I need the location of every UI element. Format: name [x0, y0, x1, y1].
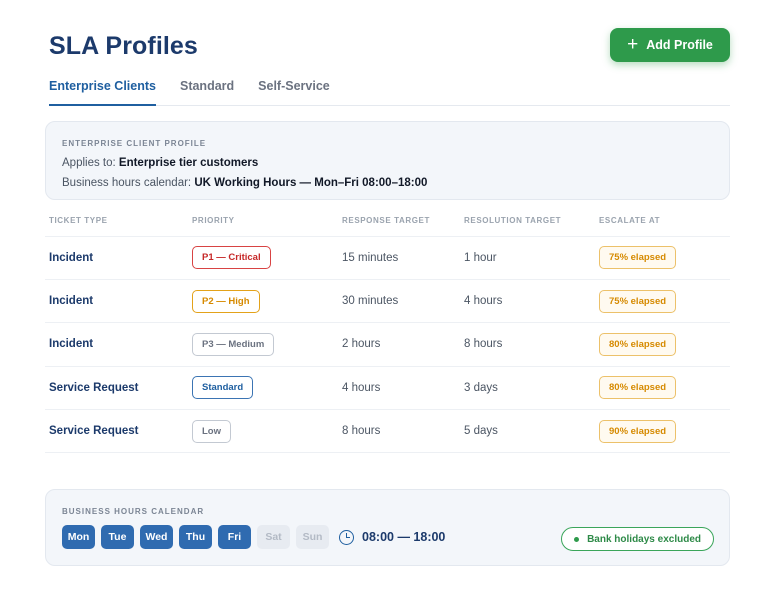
applies-to-label: Applies to: [62, 157, 116, 169]
resolution-cell: 1 hour [460, 236, 595, 280]
priority-cell: P3 — Medium [188, 322, 338, 367]
priority-cell: P2 — High [188, 279, 338, 324]
resolution-cell: 8 hours [460, 322, 595, 367]
escalate-cell: 75% elapsed [595, 236, 730, 280]
plus-icon: + [627, 33, 639, 55]
profile-tabs: Enterprise Clients Standard Self-Service [49, 79, 730, 106]
applies-to-value: Enterprise tier customers [118, 157, 259, 169]
table-header-row: TICKET TYPE PRIORITY RESPONSE TARGET RES… [45, 206, 730, 237]
escalate-badge: 90% elapsed [599, 419, 677, 443]
priority-cell: P1 — Critical [188, 236, 338, 280]
business-hours-range: 08:00 — 18:00 [362, 530, 446, 544]
resolution-cell: 4 hours [460, 279, 595, 324]
ticket-type-cell: Incident [45, 279, 188, 324]
header-ticket-type: TICKET TYPE [45, 206, 188, 237]
priority-badge: P2 — High [192, 289, 260, 313]
priority-badge: Low [192, 419, 231, 443]
add-profile-label: Add Profile [646, 38, 713, 52]
escalate-badge: 80% elapsed [599, 332, 677, 356]
escalate-cell: 80% elapsed [595, 366, 730, 411]
resolution-cell: 5 days [460, 409, 595, 454]
resolution-cell: 3 days [460, 366, 595, 411]
day-toggle-wed[interactable]: Wed [140, 525, 173, 549]
day-toggle-fri[interactable]: Fri [218, 525, 251, 549]
calendar-section-label: BUSINESS HOURS CALENDAR [62, 507, 205, 516]
profile-section-label: ENTERPRISE CLIENT PROFILE [62, 139, 207, 148]
priority-cell: Standard [188, 366, 338, 411]
header-escalate-at: ESCALATE AT [595, 206, 730, 237]
escalate-cell: 80% elapsed [595, 322, 730, 367]
tab-standard[interactable]: Standard [180, 79, 234, 105]
response-cell: 30 minutes [338, 279, 460, 324]
response-cell: 2 hours [338, 322, 460, 367]
day-toggle-mon[interactable]: Mon [62, 525, 95, 549]
status-dot-icon [574, 536, 580, 542]
page-header: SLA Profiles + Add Profile [49, 28, 730, 64]
tab-enterprise-clients[interactable]: Enterprise Clients [49, 79, 156, 106]
escalate-cell: 90% elapsed [595, 409, 730, 454]
ticket-type-cell: Service Request [45, 366, 188, 411]
sla-targets-table: TICKET TYPE PRIORITY RESPONSE TARGET RES… [45, 206, 730, 454]
table-row[interactable]: Service Request Low 8 hours 5 days 90% e… [45, 409, 730, 454]
table-row[interactable]: Incident P1 — Critical 15 minutes 1 hour… [45, 236, 730, 280]
applies-to-line: Applies to: Enterprise tier customers [62, 157, 713, 169]
header-response-target: RESPONSE TARGET [338, 206, 460, 237]
ticket-type-cell: Incident [45, 322, 188, 367]
escalate-cell: 75% elapsed [595, 279, 730, 324]
day-toggle-thu[interactable]: Thu [179, 525, 212, 549]
ticket-type-cell: Service Request [45, 409, 188, 454]
priority-cell: Low [188, 409, 338, 454]
response-cell: 8 hours [338, 409, 460, 454]
escalate-badge: 75% elapsed [599, 289, 677, 313]
escalate-badge: 80% elapsed [599, 376, 677, 400]
priority-badge: P1 — Critical [192, 246, 271, 270]
ticket-type-cell: Incident [45, 236, 188, 280]
calendar-label: Business hours calendar: [62, 177, 192, 189]
table-row[interactable]: Service Request Standard 4 hours 3 days … [45, 366, 730, 411]
business-hours-card: BUSINESS HOURS CALENDAR Mon Tue Wed Thu … [45, 489, 730, 566]
day-toggle-tue[interactable]: Tue [101, 525, 134, 549]
response-cell: 15 minutes [338, 236, 460, 280]
clock-icon [339, 529, 354, 545]
calendar-value: UK Working Hours — Mon–Fri 08:00–18:00 [194, 177, 428, 189]
header-resolution-target: RESOLUTION TARGET [460, 206, 595, 237]
day-toggle-sun[interactable]: Sun [296, 525, 329, 549]
priority-badge: P3 — Medium [192, 332, 275, 356]
add-profile-button[interactable]: + Add Profile [610, 28, 730, 62]
profile-summary-card: ENTERPRISE CLIENT PROFILE Applies to: En… [45, 121, 730, 200]
bank-holidays-badge: Bank holidays excluded [561, 527, 714, 551]
day-toggle-sat[interactable]: Sat [257, 525, 290, 549]
calendar-line: Business hours calendar: UK Working Hour… [62, 177, 713, 189]
tab-self-service[interactable]: Self-Service [258, 79, 330, 105]
header-priority: PRIORITY [188, 206, 338, 237]
table-row[interactable]: Incident P2 — High 30 minutes 4 hours 75… [45, 279, 730, 324]
response-cell: 4 hours [338, 366, 460, 411]
priority-badge: Standard [192, 376, 254, 400]
table-row[interactable]: Incident P3 — Medium 2 hours 8 hours 80%… [45, 322, 730, 367]
bank-holidays-label: Bank holidays excluded [587, 533, 701, 545]
page-title: SLA Profiles [49, 32, 198, 60]
escalate-badge: 75% elapsed [599, 246, 677, 270]
